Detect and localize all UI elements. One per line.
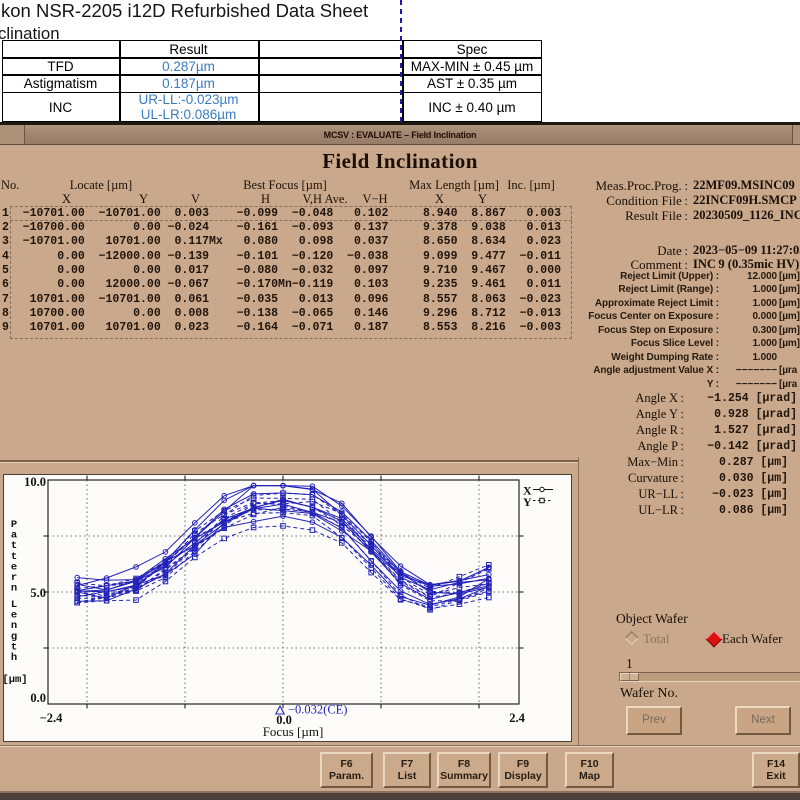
svg-text:−0.032(CE): −0.032(CE) <box>288 703 347 717</box>
svg-text:0.0: 0.0 <box>30 691 46 705</box>
svg-text:Y: Y <box>523 495 532 509</box>
svg-text:[µm]: [µm] <box>3 674 28 686</box>
svg-text:h: h <box>11 652 17 664</box>
svg-text:10.0: 10.0 <box>24 475 46 489</box>
svg-text:Focus [µm]: Focus [µm] <box>263 724 324 739</box>
svg-text:−2.4: −2.4 <box>40 711 63 725</box>
svg-text:n: n <box>11 583 17 595</box>
svg-text:2.4: 2.4 <box>509 711 525 725</box>
svg-text:5.0: 5.0 <box>30 586 46 600</box>
